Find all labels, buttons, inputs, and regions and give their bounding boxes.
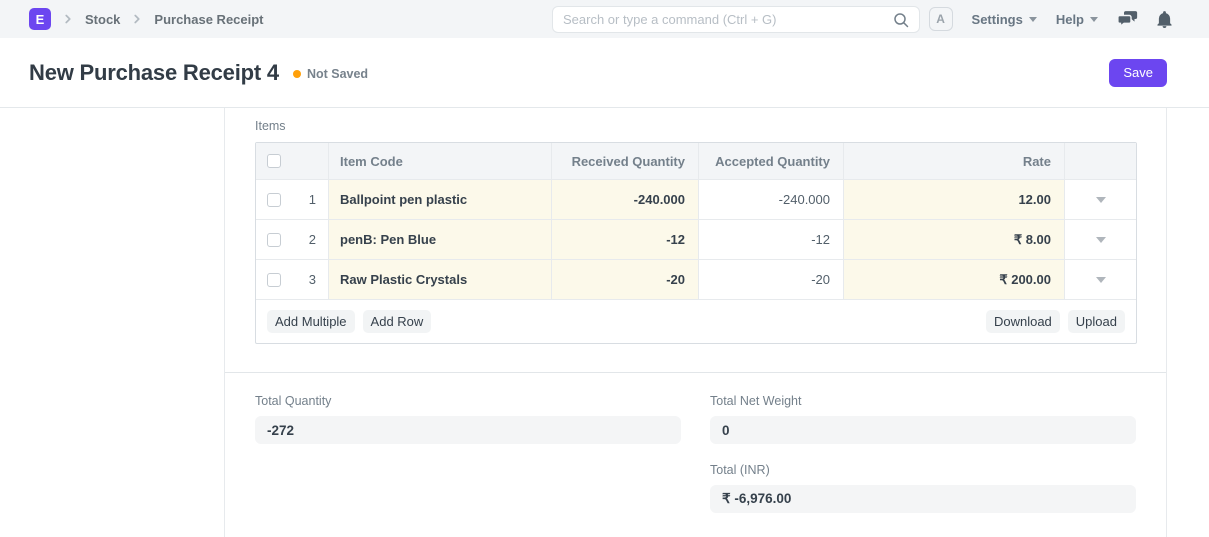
notifications-bell-icon[interactable] (1157, 10, 1172, 28)
rate-cell[interactable]: ₹ 200.00 (844, 260, 1065, 299)
row-checkbox[interactable] (267, 272, 281, 287)
form-main-column: Items Item Code Received Quantity Accept… (224, 108, 1167, 537)
accepted-qty-cell[interactable]: -20 (699, 260, 844, 299)
rate-cell[interactable]: 12.00 (844, 180, 1065, 219)
settings-menu-label: Settings (971, 11, 1023, 27)
upload-button[interactable]: Upload (1067, 310, 1125, 333)
save-button[interactable]: Save (1109, 58, 1167, 87)
page-head: New Purchase Receipt 4 Not Saved Save (0, 38, 1209, 108)
totals-right-column: Total Net Weight 0 Total (INR) ₹ -6,976.… (710, 394, 1136, 513)
totals-section: Total Quantity -272 Total Net Weight 0 T… (225, 373, 1166, 513)
received-qty-cell[interactable]: -12 (552, 220, 699, 259)
item-code-cell[interactable]: Raw Plastic Crystals (329, 260, 552, 299)
received-qty-header: Received Quantity (552, 143, 699, 179)
items-section: Items Item Code Received Quantity Accept… (225, 108, 1166, 373)
row-expand-toggle[interactable] (1065, 220, 1136, 259)
rate-cell[interactable]: ₹ 8.00 (844, 220, 1065, 259)
row-index-header (286, 143, 329, 179)
breadcrumb-chevron-icon (130, 12, 144, 26)
chevron-down-icon (1095, 196, 1106, 208)
form-body: Items Item Code Received Quantity Accept… (0, 108, 1209, 537)
accepted-qty-cell[interactable]: -12 (699, 220, 844, 259)
items-grid: Item Code Received Quantity Accepted Qua… (255, 142, 1137, 344)
rate-header: Rate (844, 143, 1065, 179)
breadcrumb-stock[interactable]: Stock (85, 12, 120, 27)
received-qty-cell[interactable]: -240.000 (552, 180, 699, 219)
select-all-checkbox[interactable] (267, 154, 281, 168)
total-inr-label: Total (INR) (710, 463, 770, 477)
search-icon (893, 12, 909, 28)
row-select-cell (256, 180, 286, 219)
navbar: E Stock Purchase Receipt A Settings Help (0, 0, 1209, 38)
chevron-down-icon (1028, 16, 1037, 26)
status-dot-icon (292, 70, 301, 78)
table-row: 3 Raw Plastic Crystals -20 -20 ₹ 200.00 (256, 259, 1136, 299)
total-quantity-label: Total Quantity (255, 394, 332, 408)
accepted-qty-cell[interactable]: -240.000 (699, 180, 844, 219)
row-index[interactable]: 2 (286, 220, 329, 259)
avatar[interactable]: A (928, 7, 953, 31)
total-net-weight-value: 0 (710, 416, 1136, 444)
received-qty-cell[interactable]: -20 (552, 260, 699, 299)
item-code-cell[interactable]: Ballpoint pen plastic (329, 180, 552, 219)
breadcrumb-purchase-receipt[interactable]: Purchase Receipt (154, 12, 263, 27)
table-row: 2 penB: Pen Blue -12 -12 ₹ 8.00 (256, 219, 1136, 259)
settings-menu[interactable]: Settings (972, 12, 1037, 27)
chevron-down-icon (1090, 16, 1098, 26)
row-expand-toggle[interactable] (1065, 180, 1136, 219)
add-row-button[interactable]: Add Row (362, 310, 432, 333)
row-expand-toggle[interactable] (1065, 260, 1136, 299)
chevron-down-icon (1095, 236, 1106, 248)
select-all-cell (256, 143, 286, 179)
row-index[interactable]: 3 (286, 260, 329, 299)
chat-icon[interactable] (1117, 10, 1138, 28)
total-inr-value: ₹ -6,976.00 (710, 485, 1136, 513)
purchase-receipt-page: E Stock Purchase Receipt A Settings Help (0, 0, 1209, 537)
page-title: New Purchase Receipt 4 (29, 59, 279, 85)
help-menu[interactable]: Help (1056, 12, 1098, 27)
row-checkbox[interactable] (267, 192, 281, 207)
chevron-down-icon (1095, 276, 1106, 288)
navbar-actions: A Settings Help (928, 7, 1172, 31)
help-menu-label: Help (1055, 11, 1084, 27)
items-section-label: Items (255, 119, 286, 133)
status-indicator: Not Saved (292, 67, 369, 81)
row-select-cell (256, 220, 286, 259)
add-multiple-button[interactable]: Add Multiple (267, 310, 355, 333)
search-input[interactable] (563, 12, 893, 27)
global-search (552, 6, 920, 33)
items-grid-header: Item Code Received Quantity Accepted Qua… (256, 143, 1136, 179)
total-quantity-value: -272 (255, 416, 681, 444)
row-checkbox[interactable] (267, 232, 281, 247)
app-logo[interactable]: E (29, 8, 51, 30)
download-button[interactable]: Download (985, 310, 1060, 333)
breadcrumb-chevron-icon (61, 12, 75, 26)
item-code-header: Item Code (329, 143, 552, 179)
item-code-cell[interactable]: penB: Pen Blue (329, 220, 552, 259)
row-select-cell (256, 260, 286, 299)
totals-left-column: Total Quantity -272 (255, 394, 681, 513)
items-grid-footer: Add Multiple Add Row Download Upload (256, 299, 1136, 343)
status-indicator-label: Not Saved (306, 67, 369, 81)
accepted-qty-header: Accepted Quantity (699, 143, 844, 179)
table-row: 1 Ballpoint pen plastic -240.000 -240.00… (256, 179, 1136, 219)
grid-settings-header (1065, 143, 1136, 179)
total-net-weight-label: Total Net Weight (710, 394, 802, 408)
row-index[interactable]: 1 (286, 180, 329, 219)
